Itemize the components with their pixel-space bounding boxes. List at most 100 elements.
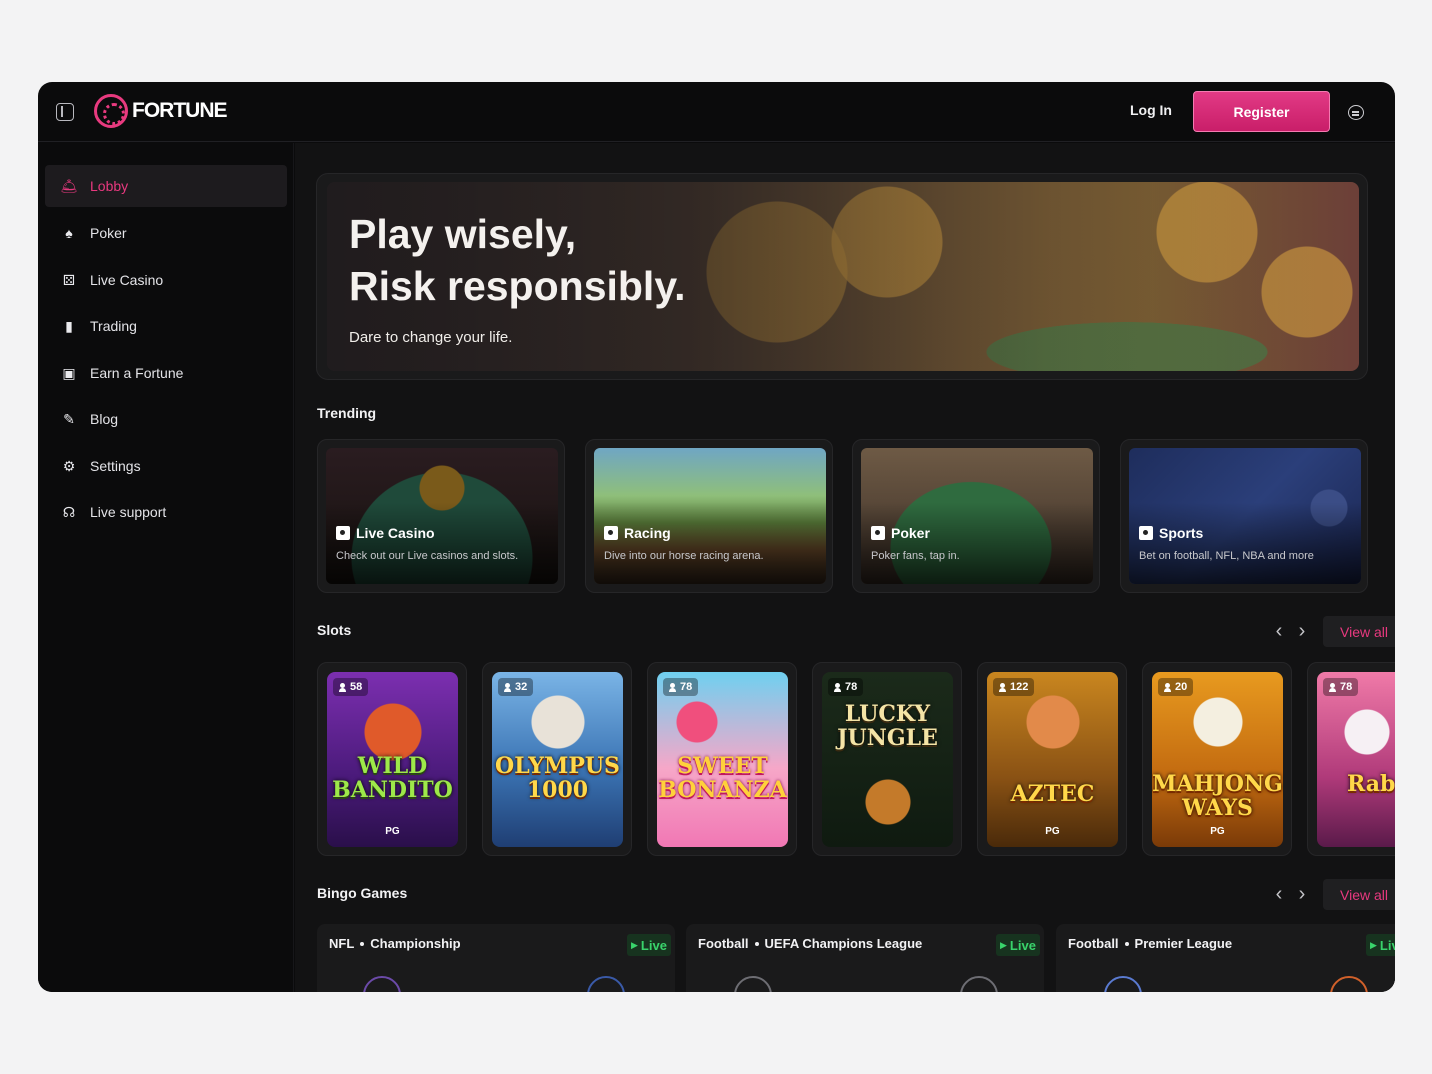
- sidebar-item-label: Poker: [90, 225, 127, 241]
- hero-banner[interactable]: Play wisely, Risk responsibly. Dare to c…: [316, 173, 1368, 380]
- bingo-card-nfl[interactable]: NFL Championship ▶ Live: [317, 924, 675, 992]
- play-icon: ▶: [1000, 939, 1007, 950]
- sidebar-item-trading[interactable]: ▮ Trading: [45, 305, 287, 347]
- trending-card-racing[interactable]: Racing Dive into our horse racing arena.: [585, 439, 833, 593]
- live-badge: ▶Live: [996, 934, 1040, 956]
- player-count-value: 122: [1010, 681, 1029, 693]
- trending-name-row: Live Casino: [336, 525, 435, 541]
- player-count: 122: [993, 678, 1035, 696]
- player-count: 58: [333, 678, 369, 696]
- slot-title: WILD BANDITO: [332, 753, 453, 803]
- sidebar-item-label: Trading: [90, 318, 137, 334]
- hero-subtitle: Dare to change your life.: [349, 329, 513, 346]
- gear-icon: ⚙: [62, 458, 76, 474]
- player-count: 78: [828, 678, 864, 696]
- trending-image: [861, 448, 1093, 584]
- chevron-right-icon[interactable]: ›: [1295, 884, 1309, 904]
- headset-icon: ☊: [62, 504, 76, 520]
- bingo-card-premier-league[interactable]: Football Premier League ▶Live: [1056, 924, 1395, 992]
- slot-card-wild-bandito[interactable]: 58 WILD BANDITO PG: [317, 662, 467, 856]
- bingo-league: UEFA Champions League: [764, 936, 923, 951]
- player-count: 78: [663, 678, 699, 696]
- chevron-right-icon[interactable]: ›: [1295, 621, 1309, 641]
- player-count: 78: [1323, 678, 1359, 696]
- player-count-value: 78: [680, 681, 693, 693]
- player-count-value: 58: [350, 681, 363, 693]
- trending-title: Trending: [317, 405, 377, 421]
- bingo-sport: Football: [1068, 936, 1119, 951]
- sidebar-toggle-icon[interactable]: [56, 103, 74, 121]
- sidebar-item-poker[interactable]: ♠ Poker: [45, 212, 287, 254]
- chat-icon[interactable]: [1348, 105, 1364, 120]
- slots-title: Slots: [317, 622, 352, 638]
- bingo-league: Premier League: [1134, 936, 1233, 951]
- slot-image: 78 SWEET BONANZA: [657, 672, 788, 847]
- slot-card-mahjong-ways[interactable]: 20 MAHJONG WAYS PG: [1142, 662, 1292, 856]
- trending-image: [1129, 448, 1361, 584]
- chevron-left-icon[interactable]: ‹: [1272, 884, 1286, 904]
- slot-title: SWEET BONANZA: [658, 753, 787, 803]
- live-badge: ▶Live: [1366, 934, 1395, 956]
- bingo-card-uefa[interactable]: Football UEFA Champions League ▶ Live: [686, 924, 1044, 992]
- live-label: Live: [1379, 937, 1395, 953]
- slot-card-fortune-rabbit[interactable]: 78 Rab PG: [1307, 662, 1395, 856]
- login-link[interactable]: Log In: [1130, 102, 1172, 118]
- slot-card-olympus[interactable]: 32 OLYMPUS 1000: [482, 662, 632, 856]
- sidebar-item-label: Settings: [90, 458, 141, 474]
- separator-dot: [1124, 941, 1129, 946]
- user-icon: [339, 682, 346, 692]
- trending-image: [594, 448, 826, 584]
- brand-logo[interactable]: FORTUNE: [94, 94, 227, 128]
- user-icon: [999, 682, 1006, 692]
- sidebar-item-label: Live Casino: [90, 272, 164, 288]
- trending-card-sports[interactable]: Sports Bet on football, NFL, NBA and mor…: [1120, 439, 1368, 593]
- sidebar-item-live-support[interactable]: ☊ Live support: [45, 491, 287, 533]
- dice-cards-icon: ⚄: [62, 272, 76, 288]
- slots-view-all-button[interactable]: View all: [1323, 616, 1395, 647]
- trending-name-row: Sports: [1139, 525, 1203, 541]
- top-bar: FORTUNE Log In Register: [38, 82, 1395, 142]
- chevron-left-icon[interactable]: ‹: [1272, 621, 1286, 641]
- trending-desc: Poker fans, tap in.: [871, 550, 960, 562]
- slot-card-lucky-jungle[interactable]: 78 LUCKY JUNGLE: [812, 662, 962, 856]
- slot-image: 78 LUCKY JUNGLE: [822, 672, 953, 847]
- sidebar-item-blog[interactable]: ✎ Blog: [45, 398, 287, 440]
- slot-card-aztec[interactable]: 122 AZTEC PG: [977, 662, 1127, 856]
- play-icon: ▶: [1370, 939, 1377, 950]
- live-badge: ▶Live: [627, 934, 671, 956]
- sidebar-item-settings[interactable]: ⚙ Settings: [45, 445, 287, 487]
- bingo-sport: NFL: [329, 936, 355, 951]
- slot-card-sweet-bonanza[interactable]: 78 SWEET BONANZA: [647, 662, 797, 856]
- register-button[interactable]: Register: [1193, 91, 1330, 132]
- trending-desc: Bet on football, NFL, NBA and more: [1139, 550, 1314, 562]
- brand-name: FORTUNE: [132, 99, 227, 122]
- sidebar-item-earn-a-fortune[interactable]: ▣ Earn a Fortune: [45, 352, 287, 394]
- separator-dot: [754, 941, 759, 946]
- candlestick-icon: ▮: [65, 318, 73, 334]
- player-count-value: 78: [1340, 681, 1353, 693]
- sidebar-item-label: Earn a Fortune: [90, 365, 184, 381]
- bingo-title: Bingo Games: [317, 885, 408, 901]
- sidebar-item-label: Lobby: [90, 178, 129, 194]
- trending-image: [326, 448, 558, 584]
- playing-card-icon: [871, 526, 885, 540]
- trending-card-poker[interactable]: Poker Poker fans, tap in.: [852, 439, 1100, 593]
- trending-desc: Dive into our horse racing arena.: [604, 550, 764, 562]
- sidebar-item-lobby[interactable]: 🛎︎ Lobby: [45, 165, 287, 207]
- bingo-view-all-button[interactable]: View all: [1323, 879, 1395, 910]
- bingo-header: NFL Championship: [329, 936, 461, 951]
- slot-image: 122 AZTEC PG: [987, 672, 1118, 847]
- slot-brand: PG: [1045, 826, 1060, 837]
- player-count-value: 20: [1175, 681, 1188, 693]
- trending-name-row: Racing: [604, 525, 671, 541]
- trending-name: Poker: [891, 525, 930, 541]
- hero-image: Play wisely, Risk responsibly. Dare to c…: [327, 182, 1359, 371]
- trending-name: Live Casino: [356, 525, 435, 541]
- live-label: Live: [1009, 937, 1036, 953]
- sidebar-item-live-casino[interactable]: ⚄ Live Casino: [45, 259, 287, 301]
- slot-brand: PG: [1317, 826, 1395, 837]
- slot-title: MAHJONG WAYS: [1152, 771, 1283, 821]
- user-icon: [1329, 682, 1336, 692]
- trending-card-live-casino[interactable]: Live Casino Check out our Live casinos a…: [317, 439, 565, 593]
- slot-brand: PG: [385, 826, 400, 837]
